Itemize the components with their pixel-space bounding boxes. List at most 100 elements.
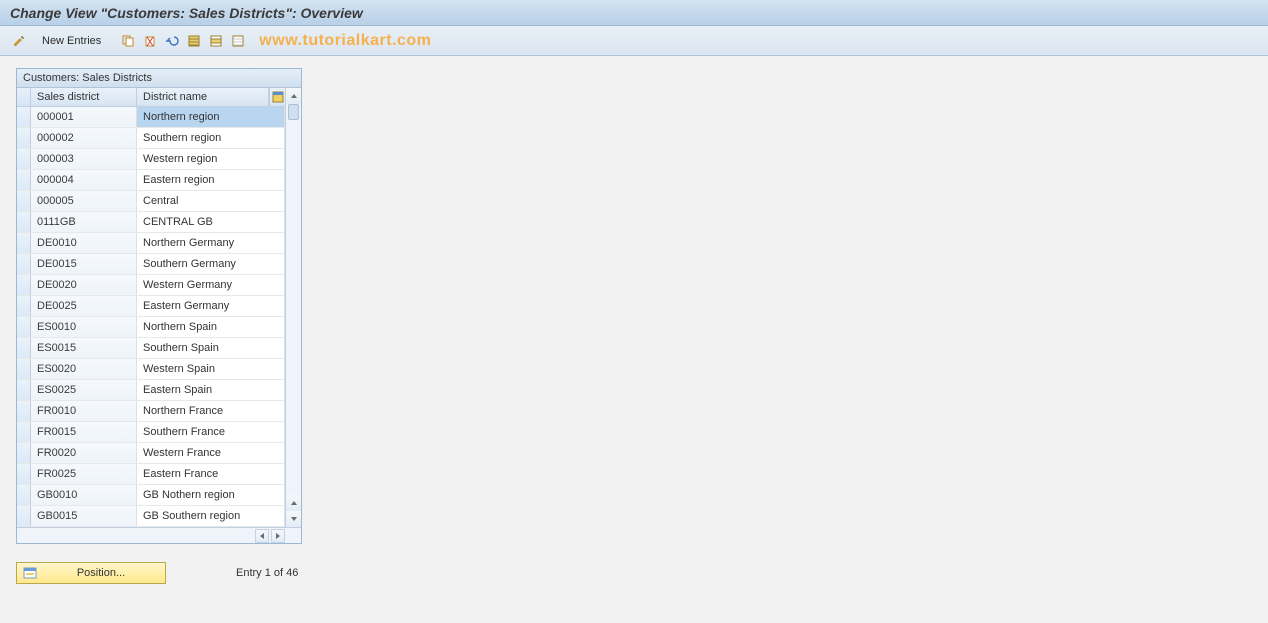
cell-sales-district[interactable]: GB0015 xyxy=(31,506,137,526)
scroll-right-icon[interactable] xyxy=(271,529,285,543)
row-selector[interactable] xyxy=(17,485,31,505)
cell-district-name[interactable]: Western Spain xyxy=(137,359,285,379)
position-button[interactable]: Position... xyxy=(16,562,166,584)
cell-district-name[interactable]: GB Nothern region xyxy=(137,485,285,505)
deselect-all-icon[interactable] xyxy=(229,32,247,50)
scroll-left-icon[interactable] xyxy=(255,529,269,543)
row-selector[interactable] xyxy=(17,506,31,526)
table-row[interactable]: DE0025Eastern Germany xyxy=(17,296,285,317)
cell-sales-district[interactable]: DE0015 xyxy=(31,254,137,274)
cell-district-name[interactable]: Eastern Germany xyxy=(137,296,285,316)
row-selector[interactable] xyxy=(17,275,31,295)
cell-district-name[interactable]: Southern Germany xyxy=(137,254,285,274)
cell-district-name[interactable]: Northern Spain xyxy=(137,317,285,337)
table-row[interactable]: FR0010Northern France xyxy=(17,401,285,422)
cell-sales-district[interactable]: GB0010 xyxy=(31,485,137,505)
pencil-icon[interactable] xyxy=(10,32,28,50)
row-selector[interactable] xyxy=(17,422,31,442)
row-selector[interactable] xyxy=(17,170,31,190)
row-selector[interactable] xyxy=(17,296,31,316)
table-row[interactable]: DE0020Western Germany xyxy=(17,275,285,296)
undo-icon[interactable] xyxy=(163,32,181,50)
cell-district-name[interactable]: GB Southern region xyxy=(137,506,285,526)
cell-sales-district[interactable]: 000002 xyxy=(31,128,137,148)
table-row[interactable]: FR0025Eastern France xyxy=(17,464,285,485)
row-selector[interactable] xyxy=(17,191,31,211)
cell-sales-district[interactable]: 000003 xyxy=(31,149,137,169)
copy-icon[interactable] xyxy=(119,32,137,50)
cell-district-name[interactable]: Eastern Spain xyxy=(137,380,285,400)
row-selector[interactable] xyxy=(17,464,31,484)
table-row[interactable]: GB0015GB Southern region xyxy=(17,506,285,527)
cell-district-name[interactable]: Northern France xyxy=(137,401,285,421)
cell-sales-district[interactable]: FR0020 xyxy=(31,443,137,463)
row-selector[interactable] xyxy=(17,359,31,379)
horizontal-scrollbar[interactable] xyxy=(17,527,301,543)
table-row[interactable]: 000004Eastern region xyxy=(17,170,285,191)
cell-district-name[interactable]: Southern region xyxy=(137,128,285,148)
row-selector[interactable] xyxy=(17,380,31,400)
table-row[interactable]: GB0010GB Nothern region xyxy=(17,485,285,506)
cell-sales-district[interactable]: 0111GB xyxy=(31,212,137,232)
table-row[interactable]: 000002Southern region xyxy=(17,128,285,149)
cell-sales-district[interactable]: DE0010 xyxy=(31,233,137,253)
cell-sales-district[interactable]: 000005 xyxy=(31,191,137,211)
cell-sales-district[interactable]: DE0025 xyxy=(31,296,137,316)
table-row[interactable]: ES0010Northern Spain xyxy=(17,317,285,338)
table-row[interactable]: FR0020Western France xyxy=(17,443,285,464)
scroll-up2-icon[interactable] xyxy=(286,495,301,511)
cell-district-name[interactable]: Western region xyxy=(137,149,285,169)
cell-sales-district[interactable]: FR0015 xyxy=(31,422,137,442)
cell-sales-district[interactable]: ES0015 xyxy=(31,338,137,358)
scroll-track[interactable] xyxy=(286,104,301,527)
new-entries-button[interactable]: New Entries xyxy=(36,33,107,49)
delete-icon[interactable] xyxy=(141,32,159,50)
row-selector-header[interactable] xyxy=(17,88,31,106)
cell-district-name[interactable]: Southern France xyxy=(137,422,285,442)
cell-district-name[interactable]: Eastern region xyxy=(137,170,285,190)
cell-sales-district[interactable]: DE0020 xyxy=(31,275,137,295)
table-row[interactable]: ES0015Southern Spain xyxy=(17,338,285,359)
vertical-scrollbar[interactable] xyxy=(285,88,301,527)
row-selector[interactable] xyxy=(17,233,31,253)
scroll-up-icon[interactable] xyxy=(286,88,301,104)
cell-district-name[interactable]: Western Germany xyxy=(137,275,285,295)
scroll-thumb[interactable] xyxy=(288,104,299,120)
table-row[interactable]: 000005Central xyxy=(17,191,285,212)
cell-sales-district[interactable]: ES0010 xyxy=(31,317,137,337)
row-selector[interactable] xyxy=(17,212,31,232)
cell-sales-district[interactable]: ES0025 xyxy=(31,380,137,400)
cell-district-name[interactable]: Northern Germany xyxy=(137,233,285,253)
table-row[interactable]: 0111GBCENTRAL GB xyxy=(17,212,285,233)
table-row[interactable]: 000001Northern region xyxy=(17,107,285,128)
table-row[interactable]: ES0020Western Spain xyxy=(17,359,285,380)
column-header-name[interactable]: District name xyxy=(137,88,269,106)
row-selector[interactable] xyxy=(17,317,31,337)
cell-district-name[interactable]: Southern Spain xyxy=(137,338,285,358)
cell-district-name[interactable]: Eastern France xyxy=(137,464,285,484)
cell-sales-district[interactable]: 000001 xyxy=(31,107,137,127)
row-selector[interactable] xyxy=(17,149,31,169)
cell-sales-district[interactable]: ES0020 xyxy=(31,359,137,379)
row-selector[interactable] xyxy=(17,401,31,421)
table-row[interactable]: DE0010Northern Germany xyxy=(17,233,285,254)
table-row[interactable]: ES0025Eastern Spain xyxy=(17,380,285,401)
select-block-icon[interactable] xyxy=(207,32,225,50)
row-selector[interactable] xyxy=(17,338,31,358)
table-settings-icon[interactable] xyxy=(269,88,285,106)
table-row[interactable]: DE0015Southern Germany xyxy=(17,254,285,275)
scroll-down-icon[interactable] xyxy=(286,511,301,527)
cell-district-name[interactable]: CENTRAL GB xyxy=(137,212,285,232)
row-selector[interactable] xyxy=(17,443,31,463)
table-row[interactable]: FR0015Southern France xyxy=(17,422,285,443)
cell-district-name[interactable]: Northern region xyxy=(137,107,285,127)
cell-district-name[interactable]: Western France xyxy=(137,443,285,463)
cell-sales-district[interactable]: FR0025 xyxy=(31,464,137,484)
row-selector[interactable] xyxy=(17,128,31,148)
row-selector[interactable] xyxy=(17,107,31,127)
row-selector[interactable] xyxy=(17,254,31,274)
select-all-icon[interactable] xyxy=(185,32,203,50)
cell-district-name[interactable]: Central xyxy=(137,191,285,211)
cell-sales-district[interactable]: 000004 xyxy=(31,170,137,190)
column-header-code[interactable]: Sales district xyxy=(31,88,137,106)
